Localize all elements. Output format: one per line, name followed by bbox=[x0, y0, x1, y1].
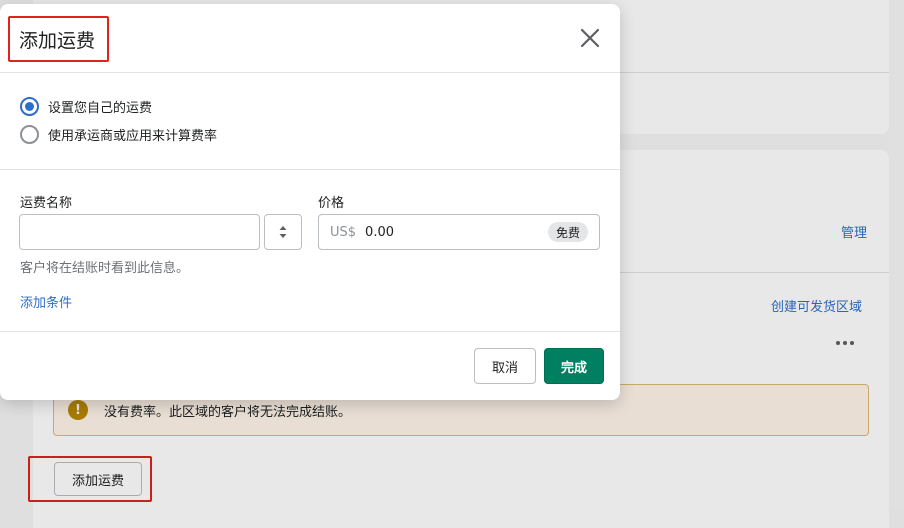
done-button[interactable]: 完成 bbox=[544, 348, 604, 384]
rate-name-help-text: 客户将在结账时看到此信息。 bbox=[20, 261, 190, 276]
radio-button[interactable] bbox=[20, 125, 39, 144]
price-label: 价格 bbox=[318, 196, 345, 211]
price-input[interactable]: US$ 0.00 免费 bbox=[318, 214, 600, 250]
radio-label: 设置您自己的运费 bbox=[48, 101, 153, 116]
close-button[interactable] bbox=[576, 24, 604, 52]
radio-label: 使用承运商或应用来计算费率 bbox=[48, 129, 218, 144]
cancel-button[interactable]: 取消 bbox=[474, 348, 536, 384]
select-arrows-icon bbox=[279, 226, 287, 238]
rate-name-label: 运费名称 bbox=[20, 196, 73, 211]
add-condition-link[interactable]: 添加条件 bbox=[20, 292, 72, 311]
rate-name-select[interactable] bbox=[264, 214, 302, 250]
add-rate-modal: 添加运费 设置您自己的运费 使用承运商或应用来计算费率 运费名称 客户将在结账时… bbox=[0, 4, 620, 400]
free-badge: 免费 bbox=[547, 222, 588, 242]
modal-header: 添加运费 bbox=[0, 4, 620, 73]
footer-divider bbox=[0, 331, 620, 332]
currency-prefix: US$ bbox=[330, 224, 357, 240]
highlight-box-title bbox=[8, 16, 109, 62]
section-divider bbox=[0, 169, 620, 170]
radio-button-checked[interactable] bbox=[20, 97, 39, 116]
price-value[interactable]: 0.00 bbox=[365, 225, 525, 240]
rate-name-input[interactable] bbox=[19, 214, 260, 250]
radio-custom-rate[interactable]: 设置您自己的运费 bbox=[20, 97, 152, 116]
close-icon bbox=[580, 28, 600, 48]
radio-carrier-rate[interactable]: 使用承运商或应用来计算费率 bbox=[20, 125, 217, 144]
